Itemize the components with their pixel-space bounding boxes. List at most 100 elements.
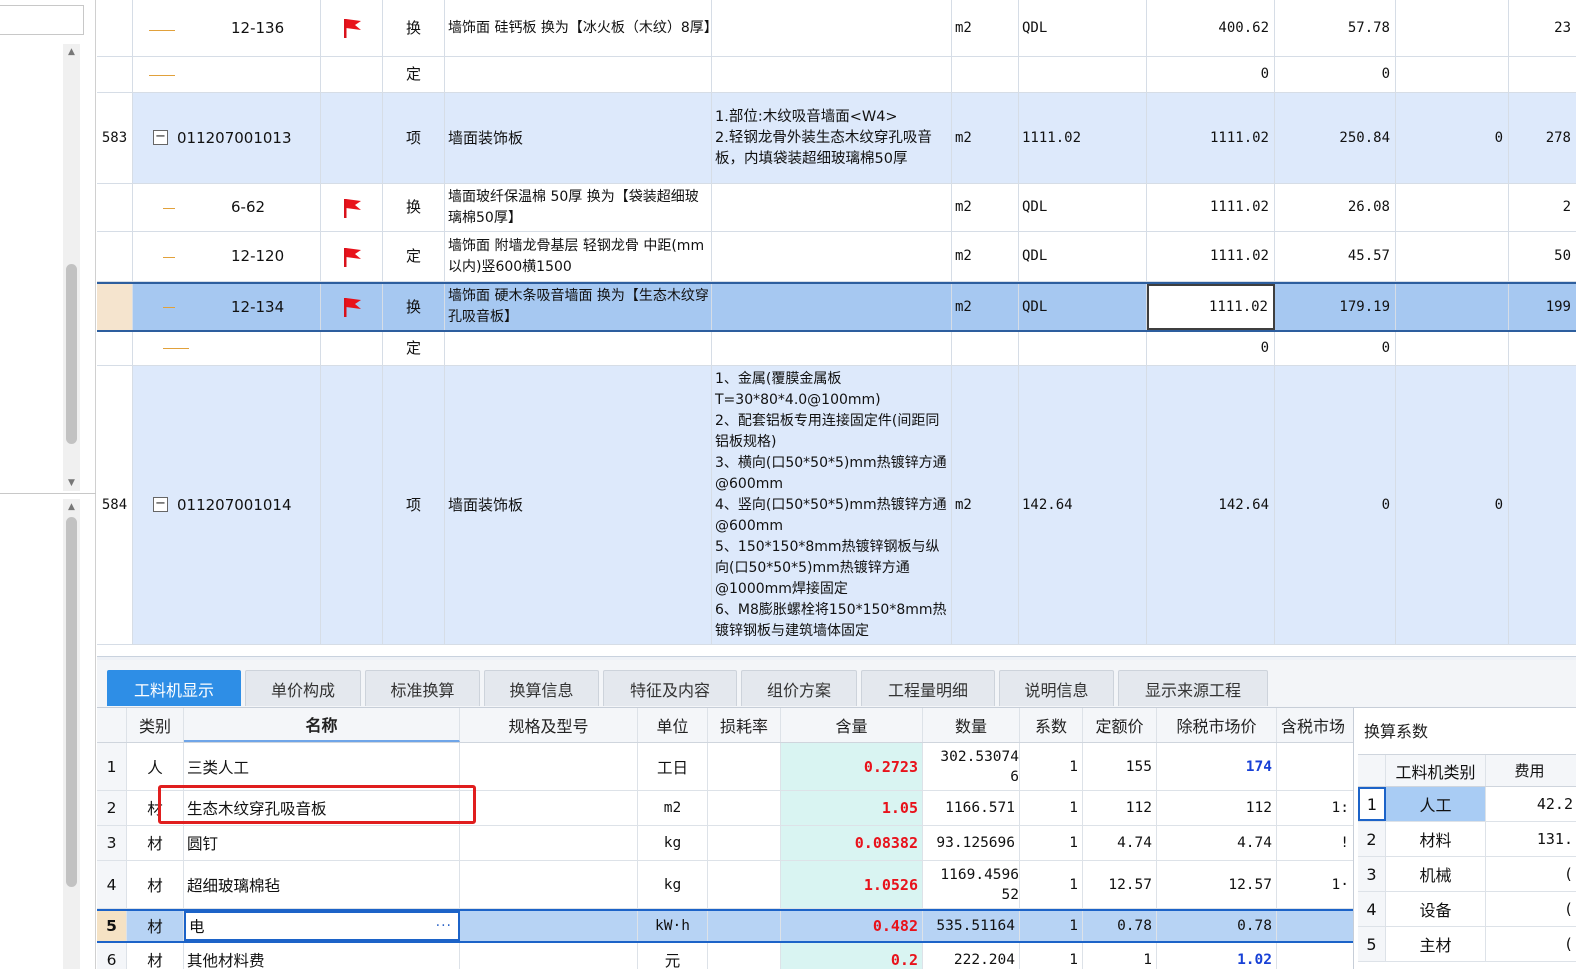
row-total[interactable]: 199 <box>1509 284 1576 330</box>
row-price[interactable]: 0 <box>1275 57 1396 92</box>
material-category[interactable]: 材 <box>127 943 184 969</box>
material-amount[interactable]: 1166.571 <box>923 791 1020 825</box>
row-qty[interactable]: 1111.02 <box>1147 232 1275 281</box>
scrollbar-thumb[interactable] <box>66 264 77 444</box>
tab-quantity-detail[interactable]: 工程量明细 <box>861 670 995 706</box>
material-unit[interactable]: 工日 <box>638 743 708 790</box>
coefficient-fee[interactable]: 42.2 <box>1486 787 1576 821</box>
row-price[interactable]: 57.78 <box>1275 0 1396 56</box>
header-market-price[interactable]: 除税市场价 <box>1157 708 1277 742</box>
material-name[interactable]: 三类人工 <box>184 743 460 790</box>
material-content[interactable]: 0.2 <box>781 943 923 969</box>
row-price[interactable]: 45.57 <box>1275 232 1396 281</box>
row-qty-editing[interactable]: 1111.02 <box>1147 284 1275 330</box>
material-market-price[interactable]: 4.74 <box>1157 826 1277 860</box>
tab-standard-conversion[interactable]: 标准换算 <box>365 670 480 706</box>
material-name[interactable]: 其他材料费 <box>184 943 460 969</box>
material-coefficient[interactable]: 1 <box>1020 911 1083 941</box>
bill-row[interactable]: 6-62 换 墙面玻纤保温棉 50厚 换为【袋装超细玻璃棉50厚】 m2 QDL… <box>97 184 1576 232</box>
red-flag-icon[interactable] <box>341 246 363 268</box>
material-content[interactable]: 1.0526 <box>781 861 923 908</box>
header-tax-price[interactable]: 含税市场 <box>1277 708 1353 742</box>
row-expr[interactable]: QDL <box>1019 184 1147 231</box>
row-description[interactable]: 1.部位:木纹吸音墙面<W4> 2.轻钢龙骨外装生态木纹穿孔吸音板，内填袋装超细… <box>712 93 952 183</box>
header-coefficient[interactable]: 系数 <box>1020 708 1083 742</box>
material-market-price[interactable]: 174 <box>1157 743 1277 790</box>
header-unit[interactable]: 单位 <box>638 708 708 742</box>
coefficient-fee[interactable]: ( <box>1486 892 1576 926</box>
row-total[interactable]: 50 <box>1509 232 1576 281</box>
bill-row-selected[interactable]: 12-134 换 墙饰面 硬木条吸音墙面 换为【生态木纹穿孔吸音板】 m2 QD… <box>97 282 1576 332</box>
coefficient-category[interactable]: 人工 <box>1386 787 1486 821</box>
row-expr[interactable]: QDL <box>1019 0 1147 56</box>
coefficient-fee[interactable]: ( <box>1486 927 1576 961</box>
material-amount[interactable]: 222.204 <box>923 943 1020 969</box>
row-name[interactable]: 墙面装饰板 <box>445 93 712 183</box>
coefficient-category[interactable]: 机械 <box>1386 857 1486 891</box>
material-unit[interactable]: kg <box>638 826 708 860</box>
tab-notes[interactable]: 说明信息 <box>999 670 1114 706</box>
navigator-scrollbar-bottom[interactable]: ▲ <box>63 499 80 969</box>
row-unit[interactable]: m2 <box>952 93 1019 183</box>
header-loss-rate[interactable]: 损耗率 <box>708 708 781 742</box>
material-content[interactable]: 0.482 <box>781 911 923 941</box>
material-category[interactable]: 材 <box>127 911 184 941</box>
header-content[interactable]: 含量 <box>781 708 923 742</box>
material-row[interactable]: 1 人 三类人工 工日 0.2723 302.53074 6 1 155 174 <box>97 743 1353 791</box>
header-name[interactable]: 名称 <box>184 708 460 742</box>
row-total[interactable]: 2 <box>1509 184 1576 231</box>
row-name[interactable]: 墙饰面 硬木条吸音墙面 换为【生态木纹穿孔吸音板】 <box>445 284 712 330</box>
row-name[interactable]: 墙饰面 附墙龙骨基层 轻钢龙骨 中距(mm以内)竖600横1500 <box>445 232 712 281</box>
material-tax-price[interactable]: 1· <box>1277 861 1353 908</box>
scroll-up-icon[interactable]: ▲ <box>66 47 77 57</box>
tab-pricing-scheme[interactable]: 组价方案 <box>741 670 857 706</box>
tab-unit-price[interactable]: 单价构成 <box>245 670 361 706</box>
bill-row[interactable]: 定 0 0 <box>97 332 1576 366</box>
material-quota-price[interactable]: 1 <box>1083 943 1157 969</box>
coefficient-row-selected[interactable]: 1 人工 42.2 <box>1358 787 1576 822</box>
material-quota-price[interactable]: 4.74 <box>1083 826 1157 860</box>
coefficient-category[interactable]: 材料 <box>1386 822 1486 856</box>
row-qty[interactable]: 1111.02 <box>1147 184 1275 231</box>
header-spec[interactable]: 规格及型号 <box>460 708 638 742</box>
navigator-scrollbar-top[interactable]: ▲ ▼ <box>63 44 80 491</box>
tab-conversion-info[interactable]: 换算信息 <box>484 670 599 706</box>
row-expr[interactable]: QDL <box>1019 232 1147 281</box>
header-category[interactable]: 类别 <box>127 708 184 742</box>
row-expr[interactable]: 142.64 <box>1019 366 1147 644</box>
coefficient-fee[interactable]: ( <box>1486 857 1576 891</box>
row-unit[interactable]: m2 <box>952 184 1019 231</box>
coefficient-fee[interactable]: 131. <box>1486 822 1576 856</box>
row-total[interactable]: 278 <box>1509 93 1576 183</box>
row-name[interactable]: 墙饰面 硅钙板 换为【冰火板（木纹）8厚】 <box>445 0 712 56</box>
material-coefficient[interactable]: 1 <box>1020 743 1083 790</box>
row-expr[interactable]: 1111.02 <box>1019 93 1147 183</box>
material-coefficient[interactable]: 1 <box>1020 943 1083 969</box>
left-search-input[interactable] <box>0 5 84 35</box>
material-tax-price[interactable] <box>1277 943 1353 969</box>
material-content[interactable]: 0.2723 <box>781 743 923 790</box>
material-market-price[interactable]: 0.78 <box>1157 911 1277 941</box>
row-price[interactable]: 26.08 <box>1275 184 1396 231</box>
material-quota-price[interactable]: 12.57 <box>1083 861 1157 908</box>
row-qty[interactable]: 1111.02 <box>1147 93 1275 183</box>
material-name-editor[interactable]: 电 ··· <box>184 911 460 941</box>
material-unit[interactable]: 元 <box>638 943 708 969</box>
collapse-icon[interactable]: − <box>153 130 168 145</box>
bill-row[interactable]: 584 − 011207001014 项 墙面装饰板 1、金属(覆膜金属板T=3… <box>97 366 1576 645</box>
material-unit[interactable]: m2 <box>638 791 708 825</box>
bill-row[interactable]: 583 − 011207001013 项 墙面装饰板 1.部位:木纹吸音墙面<W… <box>97 93 1576 184</box>
material-row[interactable]: 4 材 超细玻璃棉毡 kg 1.0526 1169.4596 52 1 12.57… <box>97 861 1353 909</box>
header-quota-price[interactable]: 定额价 <box>1083 708 1157 742</box>
row-unit[interactable]: m2 <box>952 366 1019 644</box>
material-row[interactable]: 3 材 圆钉 kg 0.08382 93.125696 1 4.74 4.74 … <box>97 826 1353 861</box>
material-market-price[interactable]: 112 <box>1157 791 1277 825</box>
material-content[interactable]: 0.08382 <box>781 826 923 860</box>
material-name[interactable]: 圆钉 <box>184 826 460 860</box>
row-name[interactable]: 墙面装饰板 <box>445 366 712 644</box>
material-coefficient[interactable]: 1 <box>1020 791 1083 825</box>
material-category[interactable]: 材 <box>127 861 184 908</box>
material-tax-price[interactable] <box>1277 911 1353 941</box>
material-row-selected[interactable]: 5 材 电 ··· kW·h 0.482 535.51164 1 0.78 0.7… <box>97 909 1353 943</box>
bill-row[interactable]: 12-120 定 墙饰面 附墙龙骨基层 轻钢龙骨 中距(mm以内)竖600横15… <box>97 232 1576 282</box>
